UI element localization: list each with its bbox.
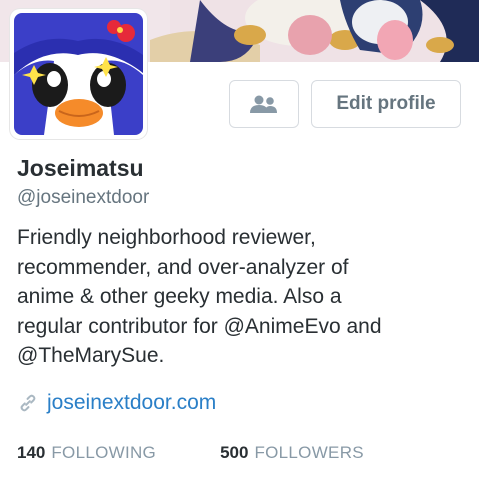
following-count[interactable]: 140 — [17, 443, 45, 463]
username-handle: @joseinextdoor — [17, 187, 150, 208]
edit-profile-label: Edit profile — [336, 93, 436, 114]
profile-bio: Friendly neighborhood reviewer, recommen… — [17, 223, 467, 371]
bio-line: @TheMarySue. — [17, 344, 165, 367]
bio-line: recommender, and over-analyzer of — [17, 255, 349, 279]
avatar[interactable] — [10, 9, 147, 139]
website-row: joseinextdoor.com — [17, 391, 216, 415]
people-button[interactable] — [229, 80, 299, 128]
display-name: Joseimatsu — [17, 155, 144, 181]
bio-line: Friendly neighborhood reviewer, — [17, 226, 316, 249]
bio-line: anime & other geeky media. Also a — [17, 285, 342, 308]
bio-line: regular contributor for @AnimeEvo and — [17, 314, 382, 338]
following-label[interactable]: FOLLOWING — [51, 443, 156, 463]
avatar-image — [14, 13, 143, 135]
edit-profile-button[interactable]: Edit profile — [311, 80, 461, 128]
link-icon — [20, 394, 36, 412]
people-icon — [250, 95, 277, 113]
follow-stats: 140 FOLLOWING 500 FOLLOWERS — [17, 443, 364, 463]
followers-count[interactable]: 500 — [220, 443, 248, 463]
website-link[interactable]: joseinextdoor.com — [47, 391, 216, 415]
followers-label[interactable]: FOLLOWERS — [254, 443, 363, 463]
